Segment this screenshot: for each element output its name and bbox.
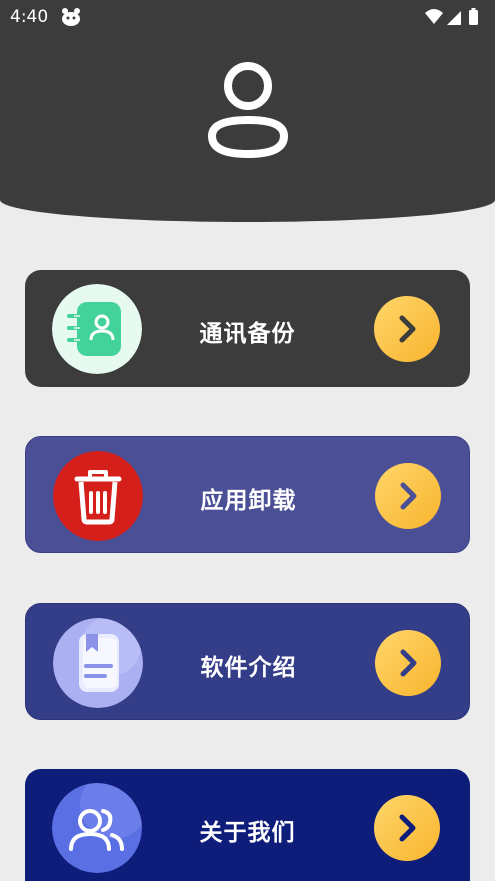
menu-item-software-intro[interactable]: 软件介绍 [25, 603, 470, 720]
chevron-right-button[interactable] [375, 630, 441, 696]
wifi-icon [425, 9, 443, 24]
chevron-right-button[interactable] [374, 296, 440, 362]
status-time: 4:40 [10, 7, 49, 27]
signal-icon [447, 11, 461, 25]
status-icons [425, 8, 478, 25]
user-avatar-icon[interactable] [198, 58, 298, 162]
menu-item-app-uninstall[interactable]: 应用卸载 [25, 436, 470, 553]
chevron-right-icon [400, 649, 417, 677]
chevron-right-icon [399, 814, 416, 842]
chevron-right-button[interactable] [375, 463, 441, 529]
chevron-right-button[interactable] [374, 795, 440, 861]
chevron-right-icon [400, 482, 417, 510]
chevron-right-icon [399, 315, 416, 343]
menu-item-contacts-backup[interactable]: 通讯备份 [25, 270, 470, 387]
menu-item-about-us[interactable]: 关于我们 [25, 769, 470, 881]
app-notification-icon [62, 8, 80, 26]
status-bar: 4:40 [0, 0, 495, 34]
battery-icon [469, 10, 478, 25]
